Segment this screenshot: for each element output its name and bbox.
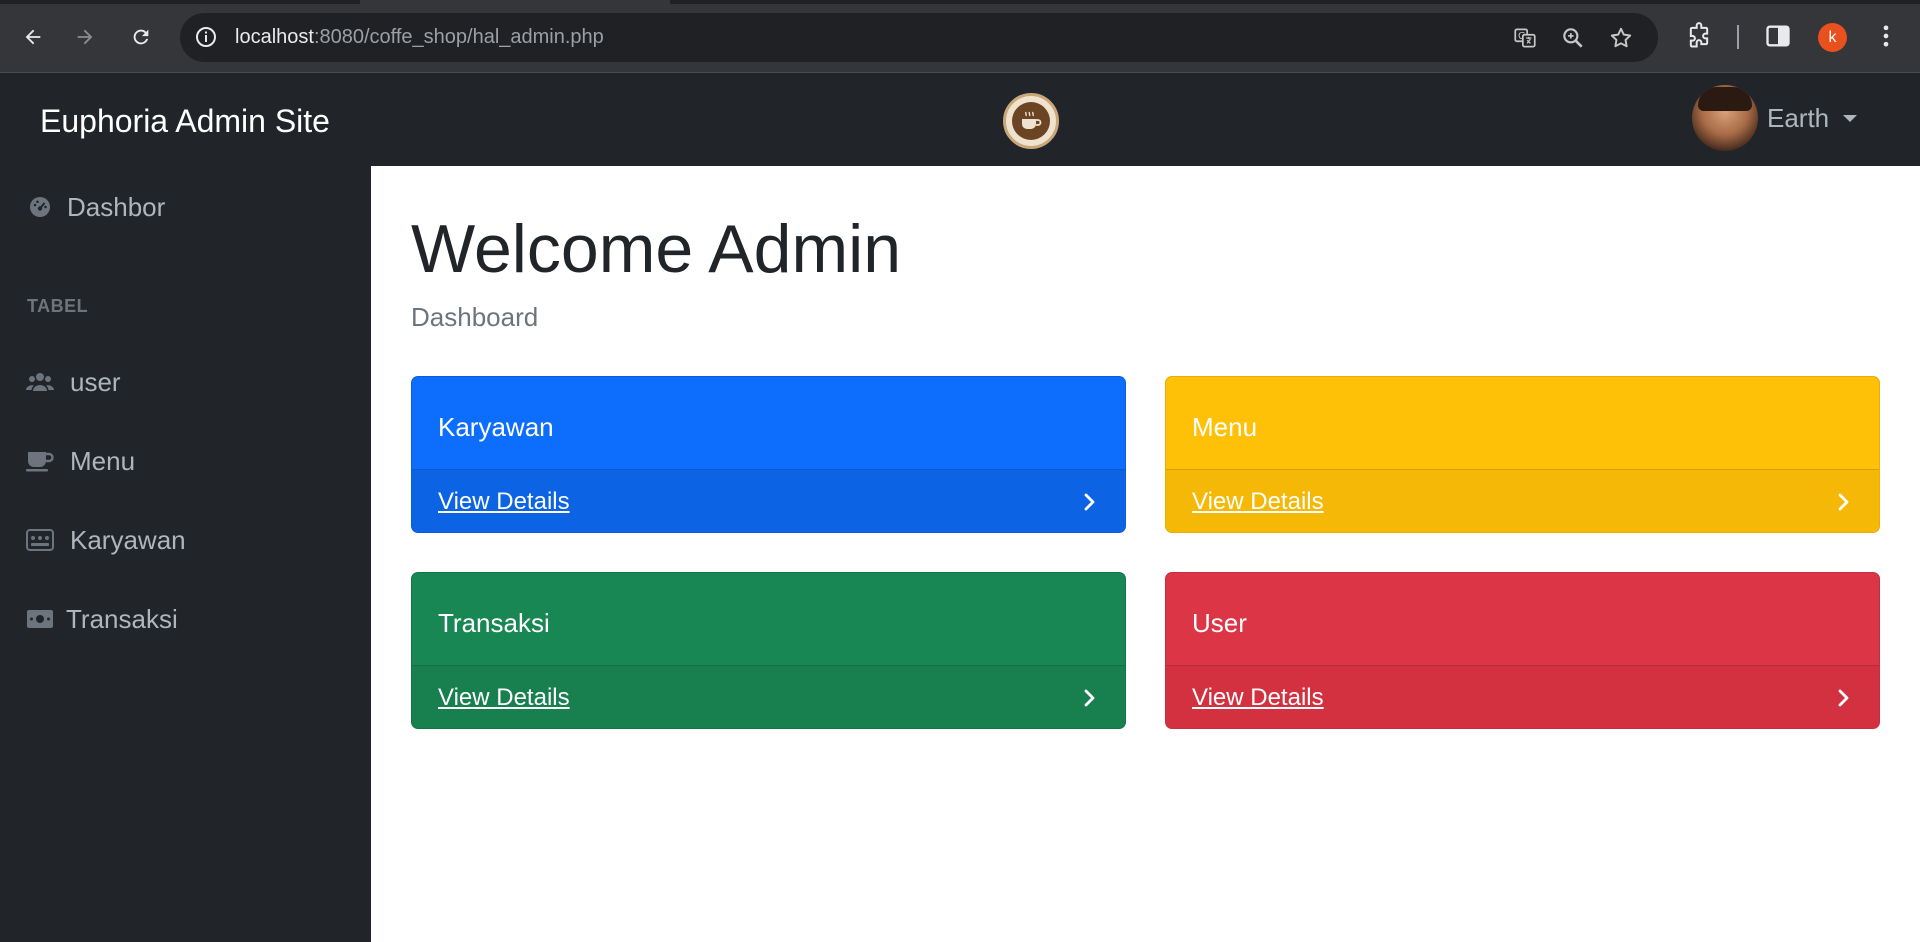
sidebar-item-user[interactable]: user [26, 362, 121, 402]
side-panel-icon[interactable] [1764, 22, 1792, 50]
coffee-shop-logo [1003, 93, 1059, 149]
sidebar: Dashbor TABEL user Menu Karyawan Transak… [0, 166, 371, 942]
top-navbar: Euphoria Admin Site Earth [0, 73, 1920, 166]
user-dropdown[interactable]: Earth [1692, 85, 1858, 151]
url-text[interactable]: localhost:8080/coffe_shop/hal_admin.php [235, 26, 604, 49]
brand-title[interactable]: Euphoria Admin Site [40, 103, 330, 140]
sidebar-item-label: Karyawan [70, 524, 186, 555]
chevron-down-icon [1843, 114, 1858, 122]
card-menu: Menu View Details [1165, 376, 1880, 533]
sidebar-item-menu[interactable]: Menu [26, 441, 135, 481]
url-path: :8080/coffe_shop/hal_admin.php [313, 26, 604, 48]
main-content: Welcome Admin Dashboard Karyawan View De… [371, 166, 1920, 942]
view-details-link[interactable]: View Details [438, 684, 570, 712]
sidebar-item-label: Dashbor [67, 191, 166, 222]
card-title: Karyawan [412, 377, 1125, 470]
translate-icon[interactable]: G [1512, 25, 1538, 51]
card-footer[interactable]: View Details [1166, 666, 1879, 728]
active-tab-indicator [360, 0, 670, 4]
address-bar[interactable]: localhost:8080/coffe_shop/hal_admin.php … [180, 13, 1658, 62]
user-avatar [1692, 85, 1758, 151]
sidebar-item-label: Transaksi [66, 603, 178, 634]
card-title: Menu [1166, 377, 1879, 470]
browser-toolbar: localhost:8080/coffe_shop/hal_admin.php … [0, 0, 1920, 73]
money-bill-icon [26, 605, 54, 633]
sidebar-item-dashbor[interactable]: Dashbor [26, 187, 165, 227]
chevron-right-icon [1084, 689, 1095, 707]
sidebar-item-transaksi[interactable]: Transaksi [26, 599, 178, 639]
back-button[interactable] [14, 18, 52, 56]
dashboard-gauge-icon [26, 193, 54, 221]
forward-arrow-icon [77, 29, 93, 45]
page-title: Welcome Admin [411, 211, 902, 287]
toolbar-divider [1737, 25, 1739, 49]
back-arrow-icon [25, 29, 41, 45]
chevron-right-icon [1084, 493, 1095, 511]
card-karyawan: Karyawan View Details [411, 376, 1126, 533]
card-transaksi: Transaksi View Details [411, 572, 1126, 729]
sidebar-item-label: user [70, 366, 121, 397]
id-card-icon [26, 526, 54, 554]
breadcrumb: Dashboard [411, 302, 539, 332]
card-footer[interactable]: View Details [412, 470, 1125, 532]
chevron-right-icon [1838, 493, 1849, 511]
forward-button[interactable] [66, 18, 104, 56]
url-host: localhost [235, 26, 314, 48]
reload-button[interactable] [122, 18, 160, 56]
users-icon [26, 368, 54, 396]
user-name: Earth [1767, 102, 1830, 133]
extensions-icon[interactable] [1685, 22, 1713, 50]
view-details-link[interactable]: View Details [1192, 684, 1324, 712]
coffee-cup-icon [26, 447, 54, 475]
sidebar-item-label: Menu [70, 445, 136, 476]
bookmark-star-icon[interactable] [1608, 25, 1634, 51]
coffee-cup-logo-icon [1012, 102, 1050, 140]
reload-icon [133, 29, 149, 45]
sidebar-item-karyawan[interactable]: Karyawan [26, 520, 186, 560]
tab-strip [0, 0, 1920, 4]
card-user: User View Details [1165, 572, 1880, 729]
browser-menu-icon[interactable] [1872, 22, 1900, 50]
view-details-link[interactable]: View Details [438, 488, 570, 516]
card-title: Transaksi [412, 573, 1125, 666]
card-footer[interactable]: View Details [1166, 470, 1879, 532]
view-details-link[interactable]: View Details [1192, 488, 1324, 516]
card-title: User [1166, 573, 1879, 666]
chevron-right-icon [1838, 689, 1849, 707]
sidebar-heading: TABEL [27, 296, 89, 316]
card-footer[interactable]: View Details [412, 666, 1125, 728]
zoom-icon[interactable] [1560, 25, 1586, 51]
site-info-icon[interactable] [194, 25, 218, 49]
browser-profile-avatar[interactable]: k [1818, 23, 1847, 52]
